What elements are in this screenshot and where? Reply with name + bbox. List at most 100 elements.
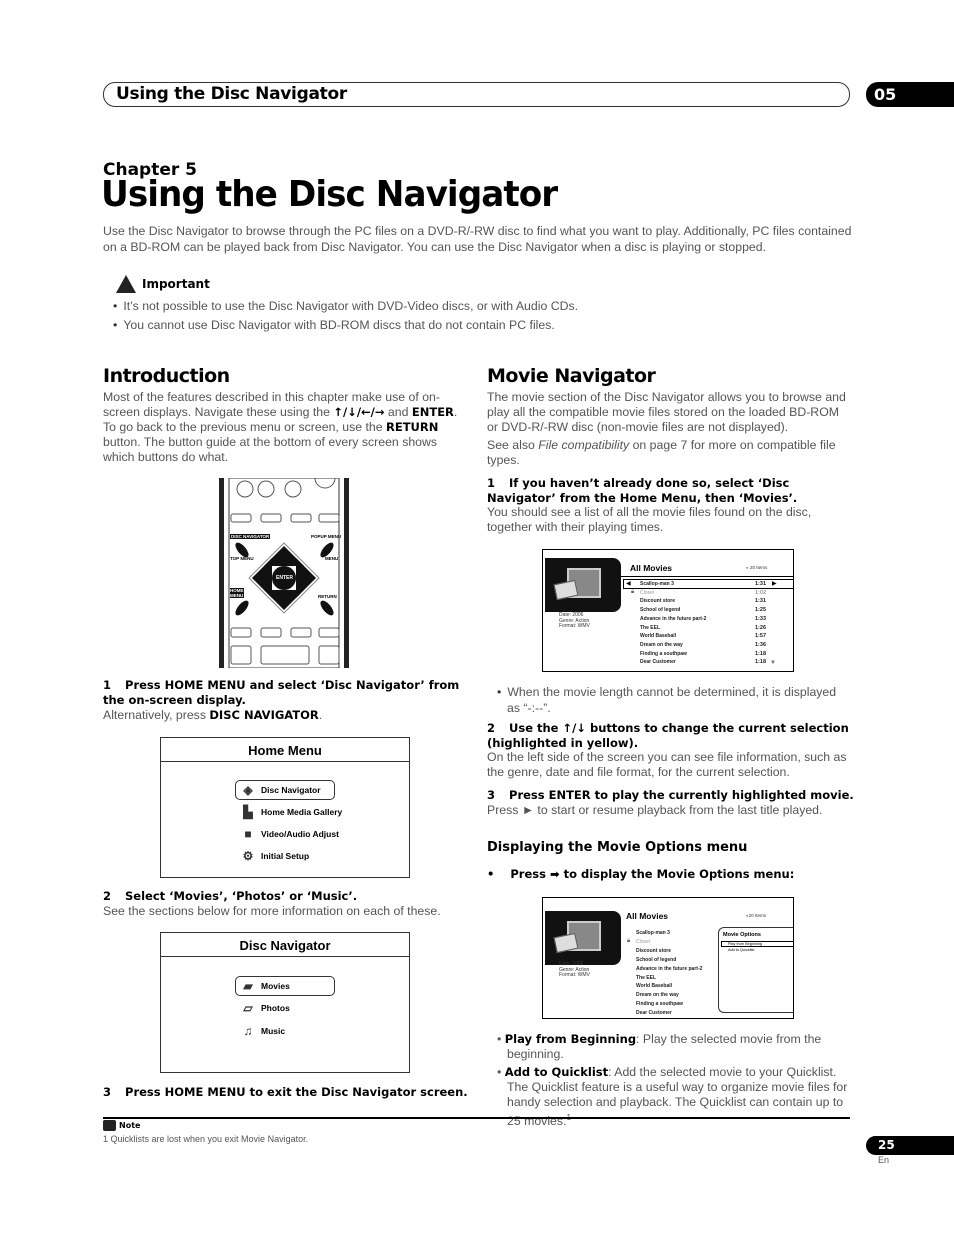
- home-menu-item-disc-navigator[interactable]: ◈ Disc Navigator: [235, 780, 335, 800]
- text: .: [318, 708, 323, 722]
- text: See also: [487, 438, 539, 452]
- setup-icon: ⚙: [242, 849, 254, 863]
- movie-list-item[interactable]: Advance in the future part-2: [640, 616, 706, 622]
- movie-list-item[interactable]: Closer: [636, 939, 650, 945]
- disc-icon: ◐: [746, 565, 749, 570]
- movie-list-item[interactable]: Scallop-man 3: [636, 930, 670, 936]
- movie-duration: 1:18: [755, 650, 767, 657]
- menu-item-label: Initial Setup: [261, 851, 310, 861]
- movie-step-1: 1 If you haven’t already done so, select …: [487, 476, 855, 506]
- movie-duration: 1:26: [755, 624, 767, 631]
- option-label: Play from Beginning: [504, 1032, 637, 1046]
- movie-duration: 1:31: [755, 581, 767, 587]
- movie-list-item[interactable]: School of legend: [636, 957, 676, 963]
- movie-list-item[interactable]: World Baseball: [640, 633, 676, 639]
- scroll-right-icon[interactable]: ▶: [772, 580, 777, 587]
- movie-options-panel: Movie Options Play from Beginning Add to…: [718, 927, 793, 1013]
- home-menu-item-home-media-gallery[interactable]: ▙ Home Media Gallery: [241, 805, 342, 819]
- movie-duration: 1:31: [755, 598, 767, 605]
- meta-format: Format: WMV: [559, 972, 590, 978]
- note-heading: Note: [103, 1120, 140, 1131]
- movie-list-item[interactable]: Discount store: [636, 948, 671, 954]
- text: and: [384, 405, 412, 419]
- movie-list-item[interactable]: Advance in the future part-2: [636, 966, 702, 972]
- home-menu-screen: Home Menu ◈ Disc Navigator ▙ Home Media Ga…: [160, 737, 410, 878]
- media-gallery-icon: ▙: [243, 805, 253, 819]
- movie-metadata: Date: 2006 Genre: Action Format: WMV: [559, 612, 590, 630]
- section-header: Using the Disc Navigator: [103, 82, 850, 107]
- movie-step-2-desc: On the left side of the screen you can s…: [487, 750, 847, 779]
- movie-list-item[interactable]: The EEL: [636, 975, 656, 981]
- music-icon: ♫: [243, 1024, 253, 1038]
- step-text: If you haven’t already done so, select ‘…: [487, 476, 798, 505]
- home-menu-item-video-audio-adjust[interactable]: ■ Video/Audio Adjust: [241, 827, 339, 841]
- note-icon: [103, 1120, 116, 1131]
- movie-duration: 1:18: [755, 659, 767, 666]
- option-add-to-quicklist[interactable]: Add to Quicklist: [728, 948, 754, 952]
- enter-key-label: ENTER: [276, 575, 293, 581]
- movie-list-item[interactable]: Finding a southpaw: [640, 651, 687, 657]
- movie-duration: 1:36: [755, 641, 767, 648]
- meta-format: Format: WMV: [559, 623, 590, 629]
- movie-list-item[interactable]: Scallop-man 3: [640, 581, 674, 587]
- movie-duration: 1:02: [755, 589, 767, 596]
- important-heading: Important: [116, 275, 210, 293]
- movie-list-item[interactable]: World Baseball: [636, 983, 672, 989]
- important-bullet: It’s not possible to use the Disc Naviga…: [113, 298, 578, 314]
- intro-step-1: 1 Press HOME MENU and select ‘Disc Naviga…: [103, 678, 471, 708]
- intro-step-2: 2 Select ‘Movies’, ‘Photos’ or ‘Music’.: [103, 889, 357, 904]
- movie-list-item[interactable]: Discount store: [640, 598, 675, 604]
- step-text: Press ENTER to play the currently highli…: [509, 788, 854, 802]
- popup-menu-key-label: POPUP MENU: [311, 534, 342, 539]
- movie-list-item[interactable]: The EEL: [640, 625, 660, 631]
- movie-duration: 1:57: [755, 633, 767, 640]
- step-text: Press HOME MENU and select ‘Disc Navigat…: [103, 678, 460, 707]
- option-desc-play: • Play from Beginning: Play the selected…: [497, 1032, 822, 1061]
- intro-step-3: 3 Press HOME MENU to exit the Disc Naviga…: [103, 1085, 468, 1100]
- disc-navigator-key: DISC NAVIGATOR: [209, 708, 319, 722]
- lock-icon: 🔒︎: [627, 938, 631, 944]
- file-compatibility-link[interactable]: File compatibility: [538, 438, 629, 452]
- menu-item-label: Photos: [261, 1003, 290, 1013]
- all-movies-screen: Date: 2006 Genre: Action Format: WMV All…: [542, 549, 794, 672]
- movie-length-note: When the movie length cannot be determin…: [497, 684, 852, 716]
- items-count-text: 20 Items: [749, 565, 768, 570]
- movie-options-heading: Displaying the Movie Options menu: [487, 840, 748, 855]
- disc-nav-item-movies[interactable]: ▰ Movies: [235, 976, 335, 996]
- scroll-left-icon[interactable]: ◀: [626, 580, 631, 587]
- movie-navigator-paragraph: The movie section of the Disc Navigator …: [487, 390, 846, 434]
- movie-list-item[interactable]: Closer: [640, 590, 654, 596]
- menu-item-label: Video/Audio Adjust: [261, 829, 339, 839]
- items-count: ◐20 Items: [746, 913, 766, 918]
- movie-step-1-desc: You should see a list of all the movie f…: [487, 505, 812, 534]
- warning-hand-icon: [116, 275, 136, 293]
- disc-nav-item-music[interactable]: ♫ Music: [241, 1024, 286, 1038]
- intro-step-1-alt: Alternatively, press DISC NAVIGATOR.: [103, 708, 322, 723]
- movie-list-item[interactable]: Dear Customer: [640, 659, 676, 665]
- text: button. The button guide at the bottom o…: [103, 435, 438, 464]
- return-key: RETURN: [386, 420, 439, 434]
- footnote: 1 Quicklists are lost when you exit Movi…: [103, 1134, 309, 1144]
- movie-list-item[interactable]: Dear Customer: [636, 1010, 672, 1016]
- movie-step-2: 2 Use the ↑/↓ buttons to change the curre…: [487, 721, 855, 751]
- menu-item-label: Home Media Gallery: [261, 807, 343, 817]
- intro-step-2-desc: See the sections below for more informat…: [103, 904, 441, 918]
- scroll-down-icon[interactable]: ▼: [770, 660, 776, 666]
- step-number: 2: [103, 889, 112, 903]
- disc-nav-item-photos[interactable]: ▱ Photos: [241, 1001, 290, 1015]
- movie-list-item[interactable]: Dream on the way: [640, 642, 683, 648]
- option-play-from-beginning[interactable]: Play from Beginning: [721, 941, 793, 947]
- menu-item-label: Movies: [261, 981, 290, 991]
- option-label: Add to Quicklist: [504, 1065, 609, 1079]
- movie-list-item[interactable]: School of legend: [640, 607, 680, 613]
- movie-list-item[interactable]: Finding a southpaw: [636, 1001, 683, 1007]
- movie-navigator-heading: Movie Navigator: [487, 365, 656, 387]
- file-compatibility-paragraph: See also File compatibility on page 7 fo…: [487, 438, 852, 468]
- movie-list-item[interactable]: Dream on the way: [636, 992, 679, 998]
- movie-thumbnail: [545, 558, 621, 612]
- step-number: 3: [103, 1085, 112, 1099]
- chapter-tab: 05: [866, 82, 954, 107]
- important-bullet: You cannot use Disc Navigator with BD-RO…: [113, 317, 555, 333]
- home-menu-item-initial-setup[interactable]: ⚙ Initial Setup: [241, 849, 310, 863]
- chapter-intro: Use the Disc Navigator to browse through…: [103, 224, 852, 254]
